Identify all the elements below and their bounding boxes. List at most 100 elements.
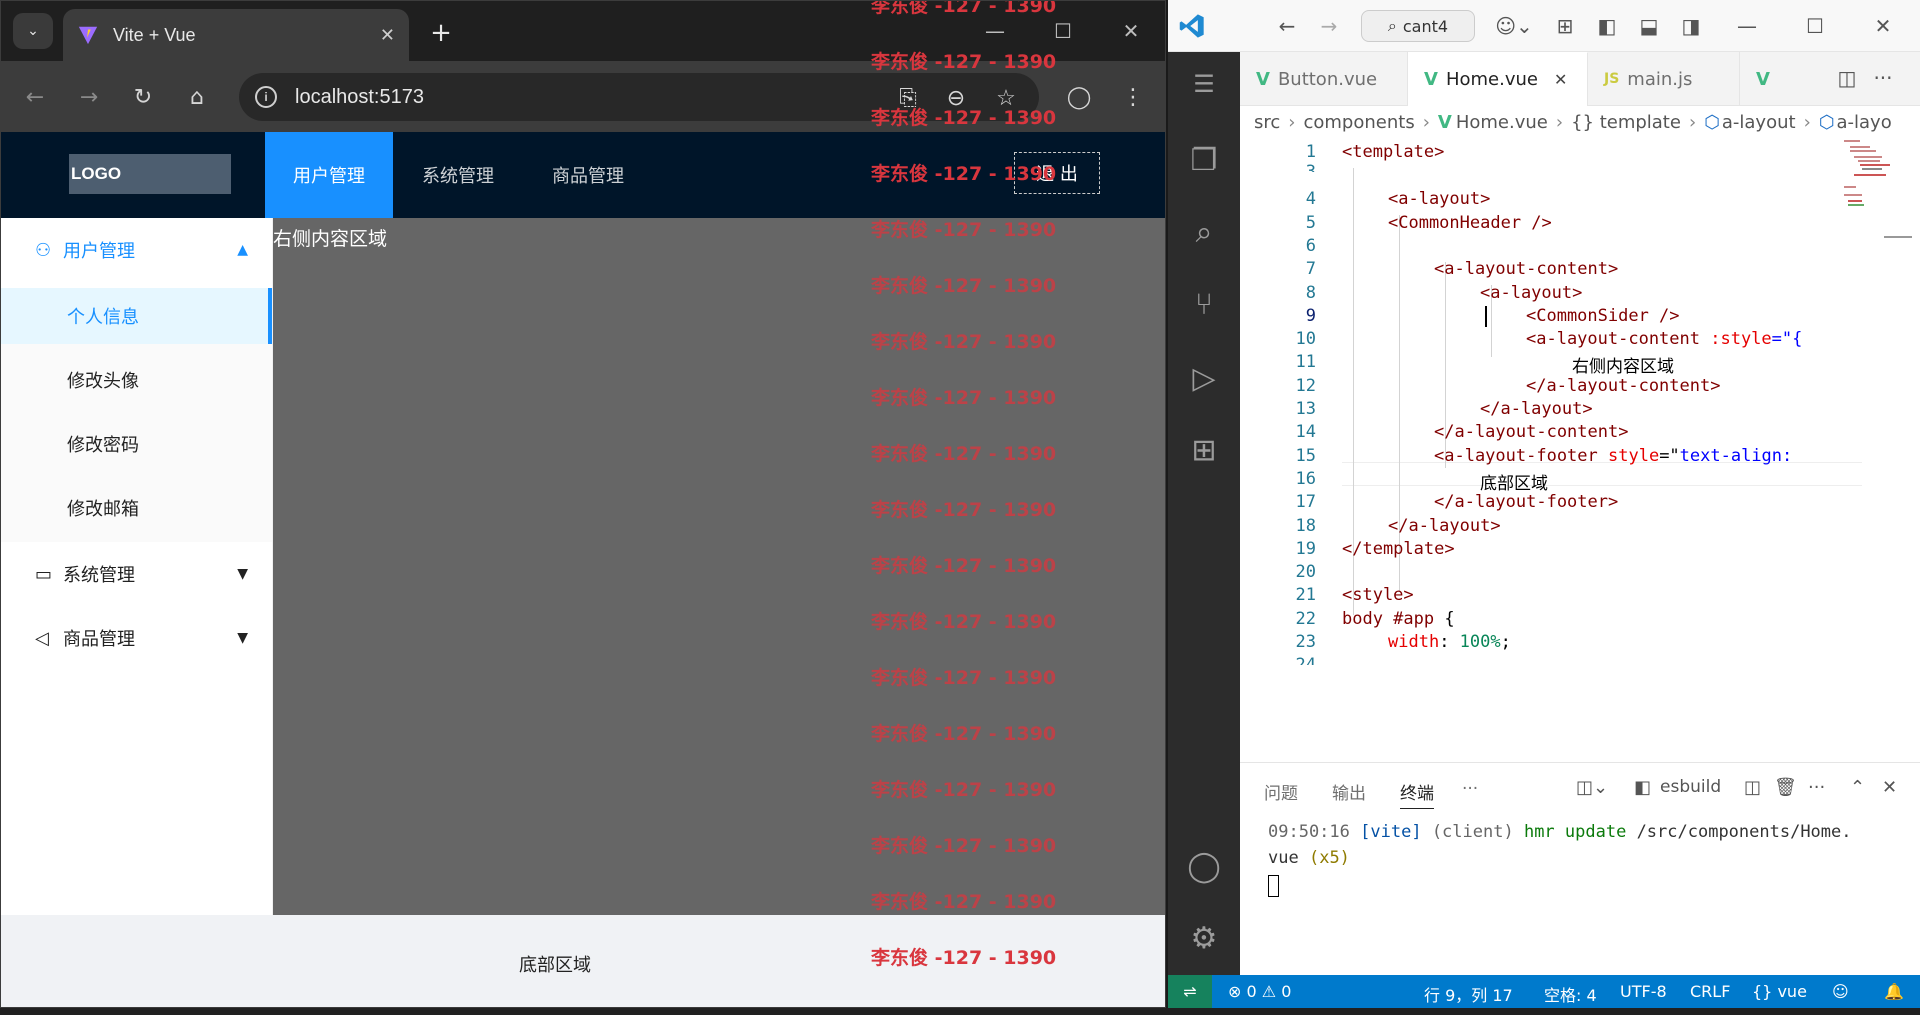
panel-tab-terminal[interactable]: 终端 — [1400, 779, 1434, 809]
site-info-icon[interactable]: i — [255, 86, 277, 108]
new-terminal-icon[interactable]: ◫⌄ — [1576, 777, 1608, 798]
vue-file-icon: V — [1424, 69, 1438, 90]
tab-home-vue[interactable]: V Home.vue ✕ — [1408, 52, 1588, 106]
tab-label: Home.vue — [1445, 69, 1538, 90]
breadcrumb-item[interactable]: Home.vue — [1456, 112, 1548, 133]
toggle-secondary-sidebar-icon[interactable]: ◨ — [1676, 12, 1706, 40]
more-actions-icon[interactable]: ··· — [1868, 64, 1898, 92]
terminal-icon: ◧ — [1634, 777, 1652, 798]
breadcrumb: src › components › V Home.vue › {} templ… — [1240, 106, 1920, 138]
submenu-user[interactable]: ⚇ 用户管理 ▲ — [1, 218, 272, 282]
minimap[interactable] — [1840, 138, 1912, 238]
laptop-icon: ▭ — [35, 563, 53, 585]
back-icon[interactable]: ← — [1272, 12, 1302, 40]
menu-icon[interactable]: ☰ — [1168, 54, 1240, 114]
account-icon[interactable]: ◯ — [1168, 836, 1240, 896]
logo: LOGO — [69, 154, 231, 194]
chevron-down-icon: ▼ — [237, 566, 248, 582]
user-icon: ⚇ — [35, 239, 52, 261]
close-window-icon[interactable]: ✕ — [1868, 12, 1898, 40]
problems-status[interactable]: ⊗ 0 ⚠ 0 — [1228, 982, 1291, 1001]
code-line: <a-layout-footer style="text-align: — [1434, 446, 1793, 466]
breadcrumb-item[interactable]: src — [1254, 112, 1280, 133]
code-editor[interactable]: 1 3 4 5 6 7 8 9 10 11 12 13 14 15 16 17 … — [1240, 138, 1920, 762]
menu-item-password[interactable]: 修改密码 — [1, 416, 272, 472]
copilot-status-icon[interactable]: ☺ — [1832, 982, 1849, 1001]
reload-icon[interactable]: ↻ — [123, 77, 163, 117]
tab-main-js[interactable]: JS main.js — [1588, 52, 1740, 106]
line-number: 10 — [1295, 329, 1316, 349]
panel-tab-more[interactable]: ··· — [1462, 779, 1478, 799]
toggle-sidebar-icon[interactable]: ◧ — [1592, 12, 1622, 40]
tab-button-vue[interactable]: V Button.vue — [1240, 52, 1408, 106]
top-menu-goods[interactable]: 商品管理 — [523, 132, 653, 218]
trash-icon[interactable]: 🗑 — [1774, 777, 1797, 798]
breadcrumb-item[interactable]: a-layout — [1722, 112, 1796, 133]
submenu-goods-label: 商品管理 — [63, 629, 135, 650]
submenu-goods[interactable]: ◁ 商品管理 ▼ — [1, 606, 272, 670]
top-menu-user[interactable]: 用户管理 — [265, 132, 393, 218]
minimize-icon[interactable]: — — [1732, 12, 1762, 40]
maximize-panel-icon[interactable]: ⌃ — [1850, 777, 1865, 798]
submenu-system-label: 系统管理 — [63, 565, 135, 586]
copilot-icon[interactable]: ☺⌄ — [1492, 12, 1536, 40]
top-menu-system[interactable]: 系统管理 — [393, 132, 523, 218]
source-control-icon[interactable]: ⑂ — [1168, 274, 1240, 334]
line-number: 18 — [1295, 516, 1316, 536]
tab-search-icon[interactable]: ⌄ — [13, 13, 53, 49]
settings-gear-icon[interactable]: ⚙ — [1168, 908, 1240, 968]
panel-tab-output[interactable]: 输出 — [1332, 779, 1366, 804]
breadcrumb-item[interactable]: {} template — [1571, 112, 1681, 133]
terminal-output[interactable]: 09:50:16 [vite] (client) hmr update /src… — [1268, 819, 1908, 871]
cursor-position[interactable]: 行 9，列 17 — [1424, 982, 1513, 1006]
tab-overflow[interactable]: V — [1740, 52, 1784, 106]
breadcrumb-item[interactable]: components — [1303, 112, 1414, 133]
terminal-name[interactable]: esbuild — [1660, 777, 1721, 797]
line-number: 23 — [1295, 632, 1316, 652]
menu-icon[interactable]: ⋮ — [1113, 77, 1153, 117]
encoding[interactable]: UTF-8 — [1620, 982, 1667, 1001]
breadcrumb-item[interactable]: a-layo — [1836, 112, 1891, 133]
tab-close-icon[interactable]: ✕ — [380, 25, 395, 46]
panel-tab-problems[interactable]: 问题 — [1264, 779, 1298, 804]
menu-item-email[interactable]: 修改邮箱 — [1, 480, 272, 536]
line-ending[interactable]: CRLF — [1690, 982, 1730, 1001]
profile-icon[interactable]: ◯ — [1059, 77, 1099, 117]
forward-icon[interactable]: → — [69, 77, 109, 117]
close-window-icon[interactable]: ✕ — [1111, 15, 1151, 47]
maximize-icon[interactable]: ☐ — [1043, 15, 1083, 47]
toggle-panel-icon[interactable]: ⬓ — [1634, 12, 1664, 40]
tab-title: Vite + Vue — [113, 24, 196, 45]
activity-bar: ☰ ❐ ⌕ ⑂ ▷ ⊞ ◯ ⚙ — [1168, 52, 1240, 975]
home-icon[interactable]: ⌂ — [177, 77, 217, 117]
search-icon[interactable]: ⌕ — [1168, 202, 1240, 262]
explorer-icon[interactable]: ❐ — [1168, 130, 1240, 190]
extensions-icon[interactable]: ⊞ — [1168, 420, 1240, 480]
code-line: </a-layout-content> — [1434, 422, 1629, 442]
run-debug-icon[interactable]: ▷ — [1168, 348, 1240, 408]
forward-icon[interactable]: → — [1314, 12, 1344, 40]
back-icon[interactable]: ← — [15, 77, 55, 117]
browser-window: ⌄ Vite + Vue ✕ + — ☐ ✕ ← → ↻ ⌂ i localho… — [0, 0, 1166, 1008]
line-number: 11 — [1295, 352, 1316, 372]
new-tab-button[interactable]: + — [423, 15, 459, 51]
vscode-titlebar: ← → ⌕ cant4 ☺⌄ ⊞ ◧ ⬓ ◨ — ☐ ✕ — [1168, 0, 1920, 52]
menu-item-profile[interactable]: 个人信息 — [1, 288, 272, 344]
maximize-icon[interactable]: ☐ — [1800, 12, 1830, 40]
browser-tab[interactable]: Vite + Vue ✕ — [63, 9, 409, 61]
command-center-search[interactable]: ⌕ cant4 — [1361, 10, 1475, 42]
submenu-system[interactable]: ▭ 系统管理 ▼ — [1, 542, 272, 606]
split-editor-icon[interactable]: ◫ — [1832, 64, 1862, 92]
language-mode[interactable]: {} vue — [1752, 982, 1807, 1001]
indentation[interactable]: 空格: 4 — [1544, 982, 1597, 1006]
menu-item-avatar[interactable]: 修改头像 — [1, 352, 272, 408]
close-panel-icon[interactable]: ✕ — [1882, 777, 1897, 798]
split-terminal-icon[interactable]: ◫ — [1744, 777, 1761, 798]
minimize-icon[interactable]: — — [975, 15, 1015, 47]
remote-icon[interactable]: ⇌ — [1168, 975, 1212, 1008]
notifications-bell-icon[interactable]: 🔔 — [1884, 982, 1904, 1001]
layout-customize-icon[interactable]: ⊞ — [1550, 12, 1580, 40]
more-actions-icon[interactable]: ··· — [1808, 777, 1825, 798]
line-number: 7 — [1305, 259, 1316, 279]
tab-close-icon[interactable]: ✕ — [1554, 70, 1567, 89]
